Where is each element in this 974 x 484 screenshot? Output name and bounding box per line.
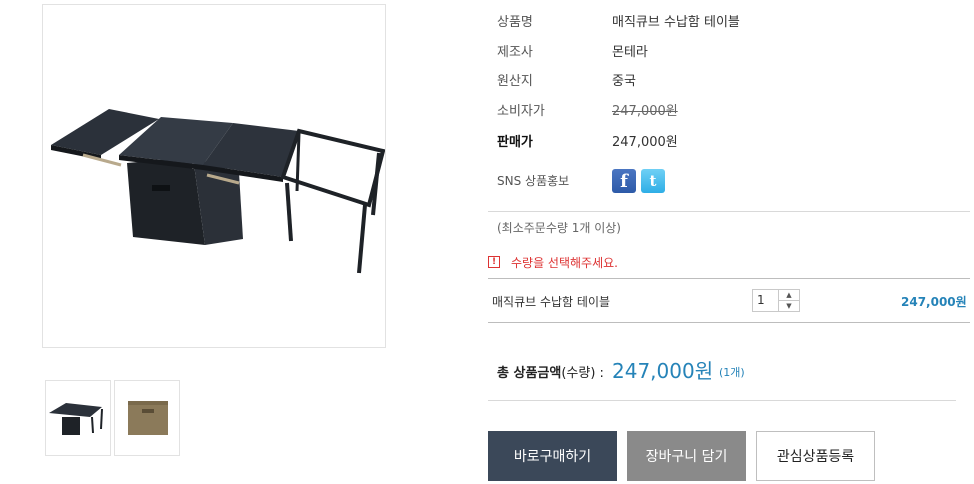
total-label-suffix: (수량) : [561, 366, 604, 381]
wishlist-button[interactable]: 관심상품등록 [756, 431, 875, 481]
folding-table-image [51, 109, 386, 274]
maker-label: 제조사 [497, 45, 533, 60]
divider [488, 211, 970, 212]
sale-price-value: 247,000원 [612, 135, 678, 150]
consumer-price-value: 247,000원 [612, 104, 678, 119]
total-label-bold: 총 상품금액 [497, 366, 562, 381]
quantity-up-icon[interactable]: ▲ [779, 290, 799, 301]
min-order-note: (최소주문수량 1개 이상) [497, 221, 621, 235]
quantity-down-icon[interactable]: ▼ [779, 301, 799, 311]
divider [488, 322, 970, 323]
origin-label: 원산지 [497, 74, 533, 89]
divider [488, 278, 970, 279]
twitter-icon[interactable]: t [641, 169, 665, 193]
option-item-name: 매직큐브 수납함 테이블 [492, 295, 611, 309]
product-main-image [42, 4, 386, 348]
product-name-label: 상품명 [497, 15, 533, 30]
quantity-input[interactable]: 1 [757, 293, 777, 307]
product-thumbnail-1[interactable] [45, 380, 111, 456]
quantity-buttons: ▲ ▼ [778, 290, 799, 311]
divider [488, 400, 956, 401]
quantity-stepper[interactable]: 1 ▲ ▼ [752, 289, 800, 312]
buy-now-button[interactable]: 바로구매하기 [488, 431, 617, 481]
total-label: 총 상품금액(수량) : [497, 362, 604, 381]
maker-value: 몬테라 [612, 45, 648, 60]
storage-bag-thumbnail [128, 401, 168, 435]
total-price: 247,000원 [612, 359, 714, 383]
quantity-warning: 수량을 선택해주세요. [511, 256, 618, 270]
folding-table-thumbnail [49, 403, 103, 435]
consumer-price-label: 소비자가 [497, 104, 545, 119]
total-count: (1개) [719, 366, 745, 379]
facebook-icon[interactable]: f [612, 169, 636, 193]
product-thumbnail-2[interactable] [114, 380, 180, 456]
sale-price-label: 판매가 [497, 135, 533, 150]
add-to-cart-button[interactable]: 장바구니 담기 [627, 431, 746, 481]
product-name-value: 매직큐브 수납함 테이블 [612, 15, 740, 30]
warning-icon: ! [488, 256, 500, 268]
option-price: 247,000원 [901, 295, 967, 309]
origin-value: 중국 [612, 74, 636, 89]
sns-label: SNS 상품홍보 [497, 174, 570, 188]
